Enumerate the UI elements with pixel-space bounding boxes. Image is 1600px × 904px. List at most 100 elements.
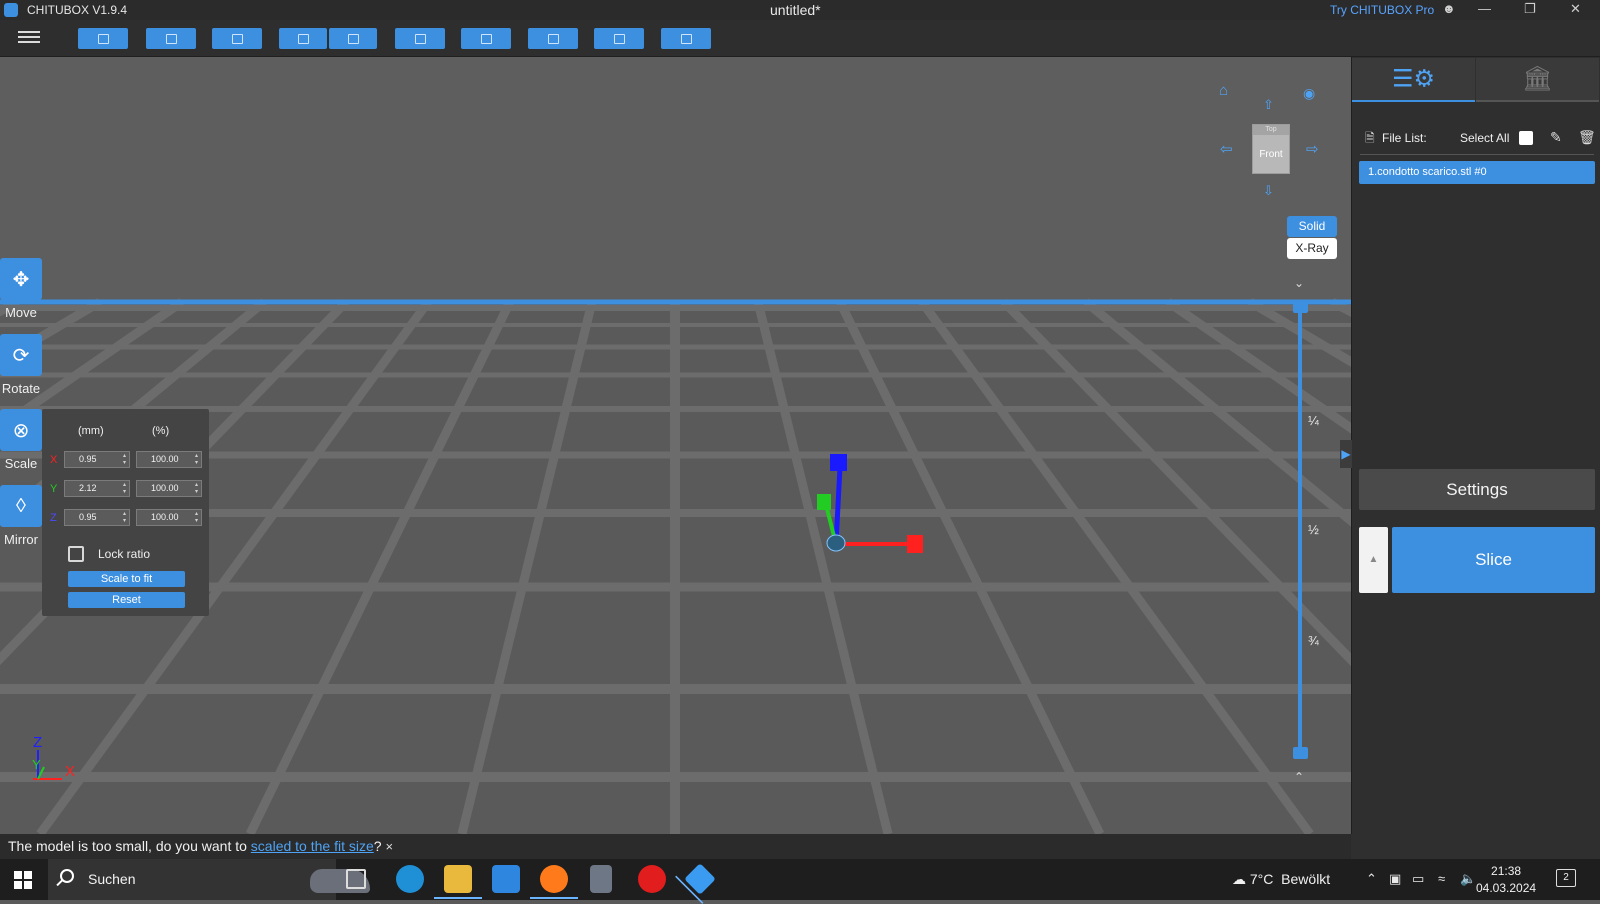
axis-x-label: X — [65, 763, 75, 780]
trash-icon[interactable]: 🗑 — [1578, 129, 1596, 146]
y-axis-handle[interactable] — [817, 494, 831, 510]
file-list-item[interactable]: 1.condotto scarico.stl #0 — [1359, 161, 1595, 184]
repair-icon — [414, 33, 426, 44]
settings-button[interactable]: Settings — [1359, 469, 1595, 510]
z-mm-input[interactable]: 0.95 — [64, 509, 130, 526]
clock-time: 21:38 — [1491, 864, 1522, 878]
tray-chevron-icon[interactable]: ⌃ — [1366, 871, 1377, 887]
scale-to-fit-button[interactable]: Scale to fit — [68, 571, 185, 587]
view-up-icon[interactable]: ⇧ — [1263, 97, 1274, 113]
layer-quarter-label: ¼ — [1308, 413, 1319, 428]
mirror-tool[interactable]: ◊ Mirror — [0, 485, 44, 547]
close-notice-icon[interactable]: × — [386, 839, 394, 854]
fit-view-button[interactable] — [212, 28, 262, 49]
minimize-icon[interactable]: — — [1478, 1, 1491, 16]
user-icon[interactable]: ☻ — [1442, 1, 1456, 16]
slice-options-button[interactable]: ▲ — [1359, 527, 1388, 593]
edit-icon[interactable]: ✎ — [1550, 129, 1562, 146]
x-mm-input[interactable]: 0.95 — [64, 451, 130, 468]
layer-slider-track[interactable] — [1298, 302, 1302, 753]
view-right-icon[interactable]: ⇨ — [1306, 140, 1319, 158]
file-explorer-icon[interactable] — [434, 865, 482, 899]
move-label: Move — [5, 305, 37, 320]
view-cube[interactable]: Top Front — [1252, 124, 1290, 174]
view-down-icon[interactable]: ⇩ — [1263, 183, 1274, 199]
dig-hole-icon — [680, 33, 692, 44]
x-axis-handle[interactable] — [907, 535, 923, 553]
edge-browser-icon[interactable] — [396, 865, 424, 893]
calculator-icon[interactable] — [590, 865, 612, 893]
lock-ratio-checkbox[interactable] — [68, 546, 84, 562]
close-icon[interactable]: ✕ — [1570, 1, 1581, 17]
move-tool[interactable]: ✥ Move — [0, 258, 44, 320]
save-button[interactable] — [146, 28, 196, 49]
notification-center-icon[interactable]: 2 — [1556, 869, 1576, 887]
view-left-icon[interactable]: ⇦ — [1220, 140, 1233, 158]
rotate-icon: ⟳ — [0, 334, 42, 376]
home-view-icon[interactable]: ⌂ — [1219, 82, 1228, 99]
redo-button[interactable] — [329, 28, 377, 49]
slider-collapse-chevron-down-icon[interactable]: ⌄ — [1294, 276, 1304, 290]
volume-icon[interactable]: 🔈 — [1460, 871, 1476, 887]
battery-icon[interactable]: ▭ — [1412, 871, 1424, 887]
support-button[interactable] — [528, 28, 578, 49]
move-icon: ✥ — [0, 258, 42, 300]
view-cube-top[interactable]: Top — [1253, 125, 1289, 135]
chitubox-taskbar-icon[interactable] — [684, 863, 716, 895]
layer-slider-bottom-handle[interactable] — [1293, 747, 1308, 759]
rotate-tool[interactable]: ⟳ Rotate — [0, 334, 44, 396]
slider-chevron-up-icon[interactable]: ⌃ — [1294, 770, 1304, 784]
solid-mode-button[interactable]: Solid — [1287, 216, 1337, 237]
repair-button[interactable] — [395, 28, 445, 49]
select-all-checkbox[interactable] — [1519, 131, 1533, 145]
z-axis-handle[interactable] — [830, 454, 847, 471]
firefox-icon[interactable] — [530, 865, 578, 899]
tab-file-settings[interactable]: ☰⚙ — [1352, 58, 1475, 102]
axis-z-label: Z — [33, 734, 42, 751]
reset-button[interactable]: Reset — [68, 592, 185, 608]
z-percent-input[interactable]: 100.00 — [136, 509, 202, 526]
collapse-panel-icon[interactable]: ▶ — [1340, 440, 1352, 468]
meet-icon[interactable]: ▣ — [1389, 871, 1401, 887]
tab-support[interactable]: 🏛 — [1476, 58, 1599, 102]
windows-start-icon[interactable] — [14, 871, 32, 889]
scale-panel: (mm) (%) X 0.95 100.00 Y 2.12 100.00 Z 0… — [42, 409, 209, 616]
view-cube-front[interactable]: Front — [1253, 135, 1289, 175]
file-icon: 🗎 — [1365, 131, 1375, 145]
z-axis-label: Z — [50, 512, 57, 524]
notice-text: The model is too small, do you want to — [8, 838, 251, 854]
opera-icon[interactable] — [638, 865, 666, 893]
wifi-icon[interactable]: ≈ — [1438, 871, 1445, 886]
save-icon — [165, 33, 177, 44]
task-view-icon[interactable] — [346, 869, 366, 889]
layer-slider-top-handle[interactable] — [1293, 301, 1308, 313]
x-percent-input[interactable]: 100.00 — [136, 451, 202, 468]
clock[interactable]: 21:38 04.03.2024 — [1476, 863, 1536, 897]
arrange-button[interactable] — [461, 28, 511, 49]
temperature: 7°C — [1249, 871, 1274, 887]
xray-mode-button[interactable]: X-Ray — [1287, 238, 1337, 259]
scale-tool[interactable]: ⊗ Scale — [0, 409, 44, 471]
slice-button[interactable]: Slice — [1392, 527, 1595, 593]
mail-icon[interactable] — [492, 865, 520, 893]
app-title: CHITUBOX V1.9.4 — [27, 3, 128, 17]
y-mm-input[interactable]: 2.12 — [64, 480, 130, 497]
taskbar-search[interactable]: Suchen — [48, 859, 370, 900]
right-panel: ☰⚙ 🏛 🗎 File List: Select All ✎ 🗑 1.condo… — [1340, 57, 1600, 834]
hamburger-menu-icon[interactable] — [18, 28, 40, 46]
model-mesh[interactable] — [826, 534, 846, 552]
hollow-button[interactable] — [594, 28, 644, 49]
search-icon — [60, 869, 74, 883]
open-file-button[interactable] — [78, 28, 128, 49]
eye-icon[interactable]: ◉ — [1303, 85, 1315, 102]
y-percent-input[interactable]: 100.00 — [136, 480, 202, 497]
notice-suffix: ? — [373, 838, 382, 854]
restore-icon[interactable]: ❐ — [1524, 1, 1536, 17]
undo-button[interactable] — [279, 28, 327, 49]
dig-hole-button[interactable] — [661, 28, 711, 49]
weather-condition: Bewölkt — [1281, 871, 1331, 887]
try-pro-link[interactable]: Try CHITUBOX Pro — [1330, 3, 1434, 17]
open-file-icon — [97, 33, 109, 44]
weather-widget[interactable]: ☁ 7°C Bewölkt — [1232, 871, 1330, 888]
scale-to-fit-link[interactable]: scaled to the fit size — [251, 838, 374, 854]
